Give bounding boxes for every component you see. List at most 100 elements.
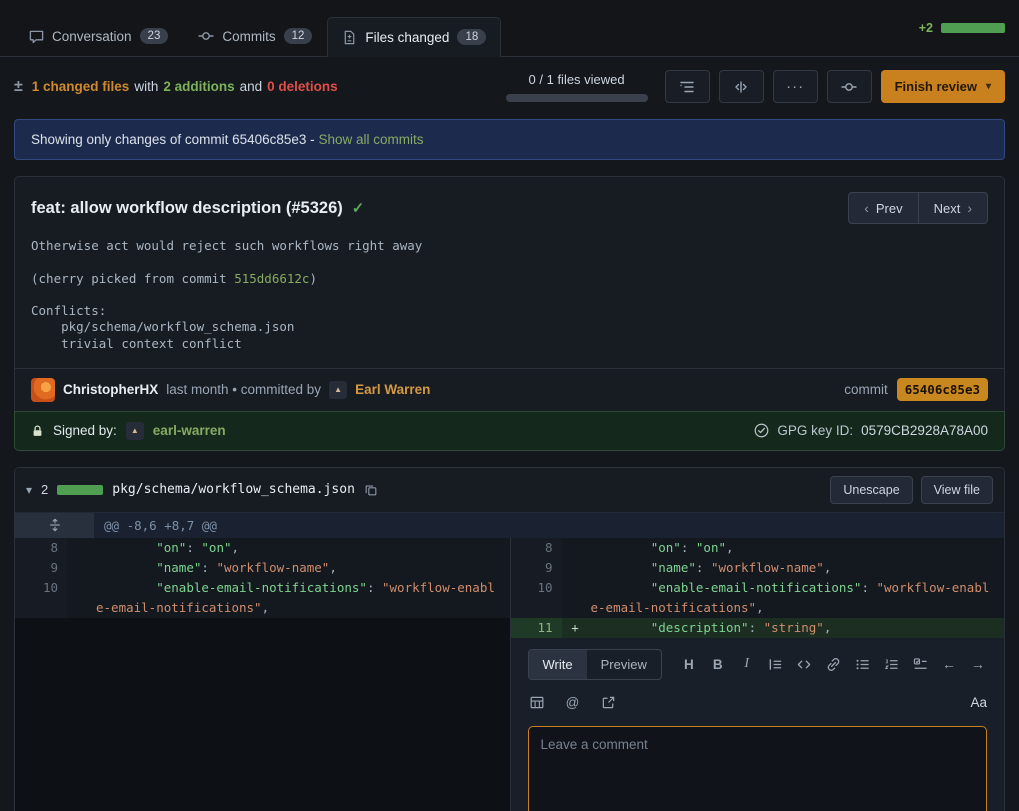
bullet-list-icon[interactable] <box>853 654 871 674</box>
line-marker <box>67 578 94 618</box>
author-avatar[interactable] <box>31 378 55 402</box>
reference-icon[interactable] <box>600 693 618 713</box>
summary-with-text: with <box>134 79 158 94</box>
hunk-header-row: @@ -8,6 +8,7 @@ <box>15 512 1004 538</box>
old-line-number[interactable]: 9 <box>15 558 67 578</box>
chevron-left-icon: ‹ <box>864 200 869 216</box>
plain-editor-toggle[interactable]: Aa <box>970 695 987 710</box>
added-code-line: "description": "string", <box>589 618 1005 638</box>
commit-message: Otherwise act would reject such workflow… <box>15 228 1004 368</box>
outdent-icon[interactable]: ← <box>940 654 958 674</box>
split-diff-grid: 8 "on": "on", 8 "on": "on", 9 "name": "w… <box>15 538 1004 638</box>
author-name-link[interactable]: ChristopherHX <box>63 382 158 397</box>
new-line-number[interactable]: 8 <box>510 538 562 558</box>
file-diffstat-bar <box>57 485 103 495</box>
diff-left-placeholder <box>15 638 510 811</box>
chevron-right-icon: › <box>967 200 972 216</box>
file-tree-icon <box>679 79 695 95</box>
prev-commit-button[interactable]: ‹ Prev <box>848 192 918 224</box>
new-line-number[interactable]: 10 <box>510 578 562 618</box>
bold-icon[interactable]: B <box>709 654 727 674</box>
files-count-badge: 18 <box>457 29 486 45</box>
inline-comment-row: Write Preview H B I <box>15 638 1004 811</box>
commit-message-text: Otherwise act would reject such workflow… <box>31 238 422 286</box>
old-line-number[interactable]: 10 <box>15 578 67 618</box>
diff-view-style-button[interactable] <box>719 70 764 103</box>
unfold-lines-icon <box>48 518 62 532</box>
changed-files-link[interactable]: 1 changed files <box>32 79 130 94</box>
banner-text: Showing only changes of commit 65406c85e… <box>31 132 315 147</box>
tab-commits[interactable]: Commits 12 <box>183 16 327 56</box>
review-commit-button[interactable] <box>827 70 872 103</box>
pr-diff-stats: +2 <box>919 21 1005 35</box>
diff-file-icon <box>342 30 357 45</box>
finish-review-button[interactable]: Finish review ▾ <box>881 70 1005 103</box>
quote-icon[interactable] <box>767 654 785 674</box>
lock-icon <box>31 424 44 438</box>
old-code-line: "enable-email-notifications": "workflow-… <box>94 578 510 618</box>
comment-input[interactable] <box>528 726 988 811</box>
new-line-number[interactable]: 11 <box>510 618 562 638</box>
link-icon[interactable] <box>824 654 842 674</box>
file-added-lines-count: 2 <box>41 482 48 497</box>
task-list-icon[interactable] <box>911 654 929 674</box>
tab-commits-label: Commits <box>222 29 275 44</box>
code-icon[interactable] <box>795 654 813 674</box>
unescape-button[interactable]: Unescape <box>830 476 912 504</box>
hunk-header-text: @@ -8,6 +8,7 @@ <box>94 513 1004 538</box>
added-line-marker: + <box>562 618 589 638</box>
view-file-button[interactable]: View file <box>921 476 993 504</box>
fold-file-chevron-down-icon[interactable]: ▾ <box>26 483 32 497</box>
file-actions: Unescape View file <box>830 476 993 504</box>
commit-label: commit <box>844 382 888 397</box>
signer-avatar[interactable]: ▲ <box>126 422 144 440</box>
gpg-key-block: GPG key ID: 0579CB2928A78A00 <box>754 423 988 438</box>
file-diff-header: ▾ 2 pkg/schema/workflow_schema.json Unes… <box>15 468 1004 512</box>
summary-and-text: and <box>240 79 263 94</box>
markdown-toolbar: H B I <box>680 654 987 674</box>
show-all-commits-link[interactable]: Show all commits <box>318 132 423 147</box>
prev-label: Prev <box>876 201 903 216</box>
tab-conversation[interactable]: Conversation 23 <box>14 16 183 56</box>
commit-panel: feat: allow workflow description (#5326)… <box>14 176 1005 411</box>
pr-files-changed-page: Conversation 23 Commits 12 Files changed… <box>0 0 1019 811</box>
new-code-line: "name": "workflow-name", <box>589 558 1005 578</box>
conversation-count-badge: 23 <box>140 28 169 44</box>
line-marker <box>67 558 94 578</box>
diff-summary: ± 1 changed files with 2 additions and 0… <box>14 78 338 96</box>
file-tree-toggle-button[interactable] <box>665 70 710 103</box>
commits-count-badge: 12 <box>284 28 313 44</box>
commit-hash-badge[interactable]: 65406c85e3 <box>897 378 988 401</box>
diffstat-bar <box>941 23 1005 33</box>
indent-icon[interactable]: → <box>969 654 987 674</box>
commit-meta-row: ChristopherHX last month • committed by … <box>15 368 1004 411</box>
commit-title: feat: allow workflow description (#5326)… <box>31 199 364 218</box>
tab-files-changed-label: Files changed <box>365 30 449 45</box>
split-view-icon <box>733 79 749 95</box>
heading-icon[interactable]: H <box>680 654 698 674</box>
mention-icon[interactable]: @ <box>564 693 582 713</box>
expand-hunk-button[interactable] <box>15 513 94 538</box>
next-commit-button[interactable]: Next › <box>919 192 988 224</box>
diff-options-button[interactable]: ··· <box>773 70 818 103</box>
preview-tab[interactable]: Preview <box>587 650 661 679</box>
old-code-line: "name": "workflow-name", <box>94 558 510 578</box>
numbered-list-icon[interactable] <box>882 654 900 674</box>
tab-files-changed[interactable]: Files changed 18 <box>327 17 501 57</box>
write-tab[interactable]: Write <box>529 650 587 679</box>
signer-name-link[interactable]: earl-warren <box>153 423 226 438</box>
old-line-number[interactable]: 8 <box>15 538 67 558</box>
editor-toolbar-row-2: @ Aa <box>528 693 988 713</box>
file-diff-panel: ▾ 2 pkg/schema/workflow_schema.json Unes… <box>14 467 1005 811</box>
italic-icon[interactable]: I <box>738 654 756 674</box>
cherry-pick-commit-link[interactable]: 515dd6612c <box>234 271 309 286</box>
table-icon[interactable] <box>528 693 546 713</box>
copy-path-icon[interactable] <box>364 483 378 497</box>
committer-avatar[interactable]: ▲ <box>329 381 347 399</box>
committer-name-link[interactable]: Earl Warren <box>355 382 430 397</box>
editor-toolbar-row: Write Preview H B I <box>528 649 988 680</box>
finish-review-label: Finish review <box>895 79 977 94</box>
file-path-link[interactable]: pkg/schema/workflow_schema.json <box>112 482 355 497</box>
new-line-number[interactable]: 9 <box>510 558 562 578</box>
next-label: Next <box>934 201 961 216</box>
